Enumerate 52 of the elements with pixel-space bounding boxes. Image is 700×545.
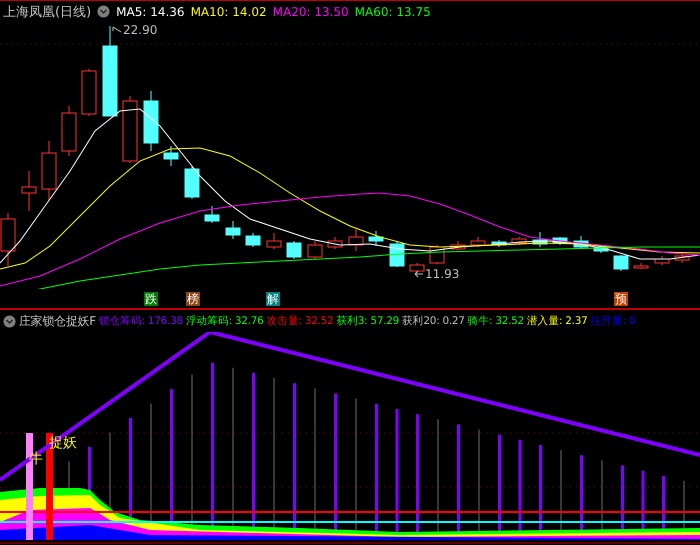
candlestick xyxy=(226,220,240,240)
price-label: 11.93 xyxy=(414,266,460,281)
candlestick xyxy=(410,262,424,274)
indicator-value: 浮动筹码: 32.76 xyxy=(186,314,264,328)
candlestick xyxy=(82,68,96,116)
signal-tag: 跌 xyxy=(144,292,158,306)
candlestick xyxy=(144,90,158,152)
indicator-value: 潜入量: 2.37 xyxy=(526,314,588,328)
candlestick xyxy=(122,95,138,164)
price-label: 22.90 xyxy=(112,22,158,37)
candlestick xyxy=(674,252,690,264)
indicator-value: 攻击量: 32.52 xyxy=(266,314,334,328)
candlestick xyxy=(286,240,302,260)
ma-value: MA5: 14.36 xyxy=(116,4,185,19)
signal-tag: 榜 xyxy=(186,292,200,306)
candlestick xyxy=(22,170,36,212)
candlestick xyxy=(204,205,220,224)
candlestick xyxy=(532,231,548,248)
candlestick xyxy=(164,145,178,166)
signal-tag: 解 xyxy=(266,292,280,306)
candlestick xyxy=(62,105,76,156)
candlestick xyxy=(328,236,342,250)
stock-title: 上海凤凰(日线) xyxy=(3,4,92,21)
ma-value: MA10: 14.02 xyxy=(190,4,267,19)
dropdown-icon[interactable] xyxy=(3,314,16,328)
indicator-value: 锁仓筹码: 176.38 xyxy=(98,314,183,328)
arrow-icon xyxy=(112,26,122,34)
indicator-title: 庄家锁仓捉妖F xyxy=(19,312,96,330)
candlestick xyxy=(308,240,322,260)
candlestick xyxy=(594,244,608,254)
candlestick xyxy=(184,165,200,200)
signal-tag: 预 xyxy=(614,292,628,306)
candlestick xyxy=(512,236,526,246)
indicator-value: 获利3: 57.29 xyxy=(336,314,400,328)
candlestick xyxy=(246,232,260,248)
candlestick xyxy=(390,240,404,268)
ma-value: MA60: 13.75 xyxy=(354,4,431,19)
candlestick xyxy=(470,236,486,248)
candlestick xyxy=(450,240,466,250)
candlestick xyxy=(552,236,568,246)
candlestick xyxy=(42,140,56,202)
indicator-value: 骑牛: 32.52 xyxy=(468,314,524,328)
indicator-value: 拉升量: 0 xyxy=(590,314,636,328)
arrow-icon xyxy=(414,270,424,278)
indicator-value: 获利20: 0.27 xyxy=(402,314,465,328)
dropdown-icon[interactable] xyxy=(97,5,110,18)
candlestick xyxy=(614,254,628,272)
ma-value: MA20: 13.50 xyxy=(272,4,349,19)
candlestick xyxy=(368,230,384,246)
candlestick xyxy=(574,235,588,250)
candlestick xyxy=(348,228,364,252)
candlestick xyxy=(266,232,282,250)
